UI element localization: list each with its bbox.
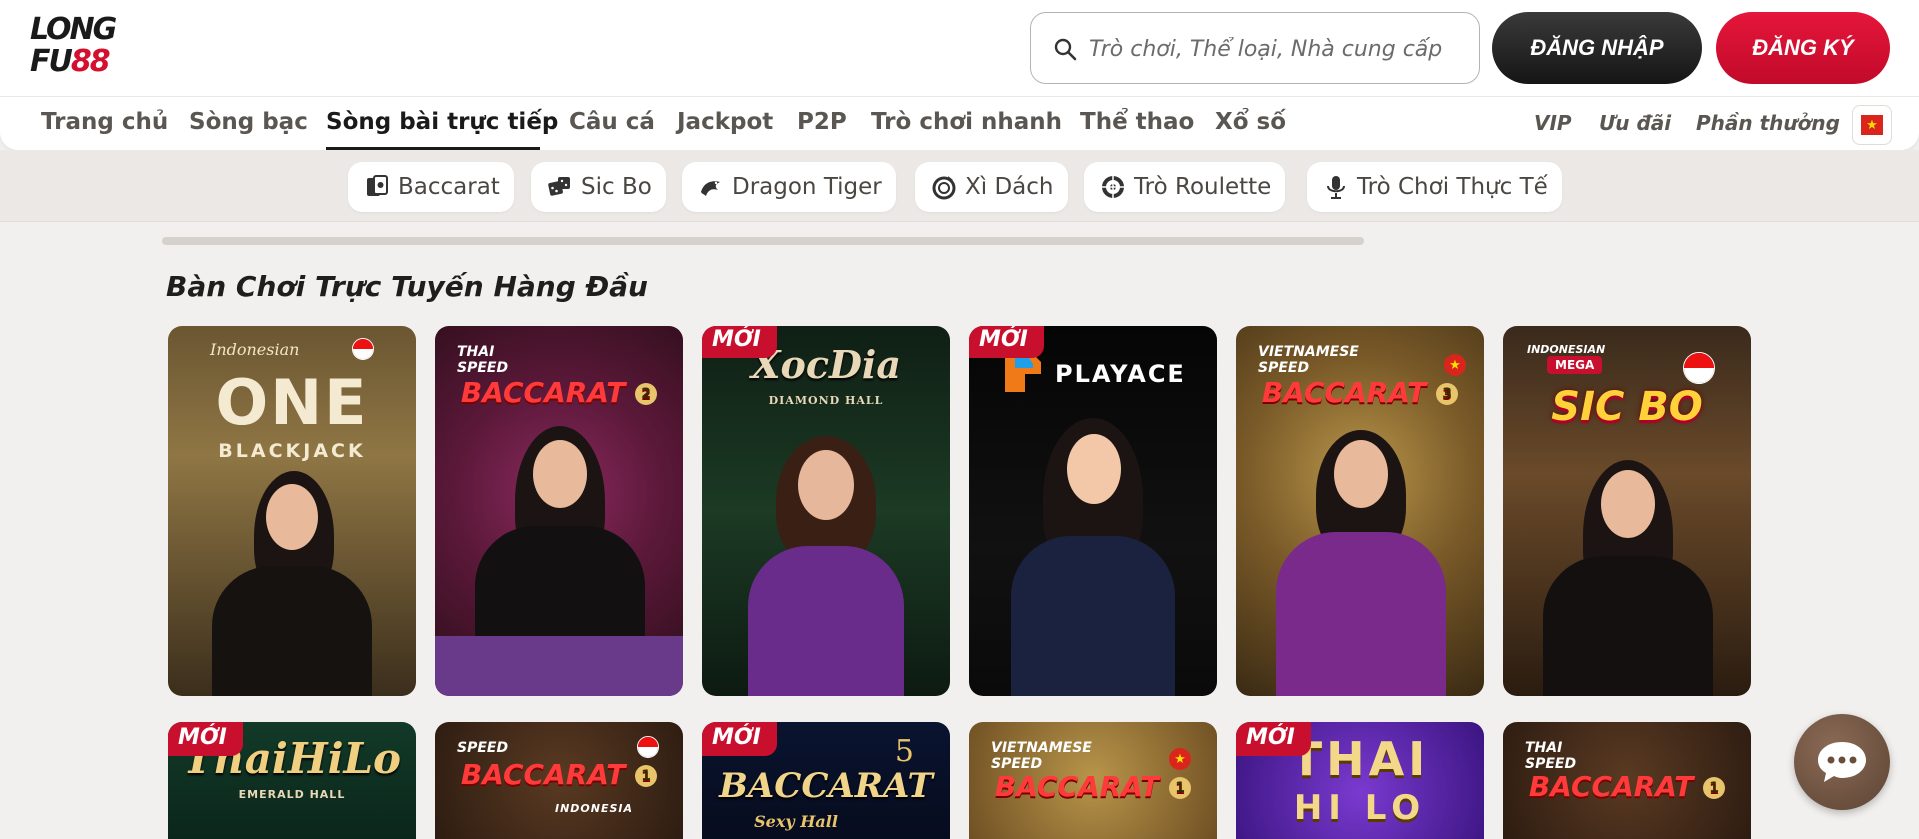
chat-bubble-icon — [1818, 742, 1866, 782]
poker-chip-icon — [932, 176, 956, 200]
game-card-vietnamese-speed-baccarat-3[interactable]: VIETNAMESE SPEED ★ BACCARAT 3 — [1236, 326, 1484, 696]
site-logo[interactable]: LONG FU88 — [30, 14, 130, 80]
header: LONG FU88 ĐĂNG NHẬP ĐĂNG KÝ — [0, 0, 1919, 96]
language-selector[interactable]: ★ — [1852, 105, 1892, 145]
vietnam-flag-icon: ★ — [1169, 748, 1191, 770]
search-box[interactable] — [1030, 12, 1480, 84]
new-badge: MỚI — [702, 326, 777, 358]
cards-icon — [367, 175, 388, 196]
carousel-scrollbar[interactable] — [162, 237, 1364, 245]
game-card-thai-speed-baccarat-2[interactable]: THAI SPEED BACCARAT 2 — [435, 326, 683, 696]
nav-item-p2p[interactable]: P2P — [797, 109, 847, 135]
new-badge: MỚI — [969, 326, 1044, 358]
game-card-one-blackjack[interactable]: Indonesian ONE BLACKJACK — [168, 326, 416, 696]
game-card-thai-speed-baccarat-1[interactable]: THAI SPEED BACCARAT 1 — [1503, 722, 1751, 839]
new-badge: MỚI — [168, 722, 243, 756]
nav-item-lottery[interactable]: Xổ số — [1215, 109, 1286, 135]
game-card-speed-baccarat-1-indonesia[interactable]: SPEED BACCARAT 1 INDONESIA — [435, 722, 683, 839]
game-card-playace[interactable]: PLAYACE MỚI — [969, 326, 1217, 696]
category-sic-bo[interactable]: Sic Bo — [531, 162, 666, 212]
search-input[interactable] — [1089, 31, 1459, 67]
game-card-thai-hi-lo[interactable]: THAI HI LO MỚI — [1236, 722, 1484, 839]
logo-line1: LONG — [30, 12, 117, 47]
game-card-thai-hilo[interactable]: ThaiHiLo EMERALD HALL MỚI — [168, 722, 416, 839]
new-badge: MỚI — [702, 722, 777, 756]
category-dragon-tiger[interactable]: Dragon Tiger — [682, 162, 896, 212]
indonesia-flag-icon — [637, 736, 659, 758]
logo-line2: FU88 — [30, 44, 111, 79]
game-card-baccarat-5-sexy-hall[interactable]: 5 BACCARAT Sexy Hall MỚI — [702, 722, 950, 839]
category-roulette[interactable]: Trò Roulette — [1084, 162, 1286, 212]
category-bar: Baccarat Sic Bo Dragon Tiger Xì Dách Trò… — [0, 150, 1919, 222]
register-button[interactable]: ĐĂNG KÝ — [1716, 12, 1890, 84]
vietnam-flag-icon: ★ — [1861, 115, 1883, 135]
category-game-shows[interactable]: Trò Chơi Thực Tế — [1307, 162, 1562, 212]
nav-item-live-casino[interactable]: Sòng bài trực tiếp — [326, 109, 558, 135]
dice-icon — [548, 177, 570, 196]
main-nav: Trang chủ Sòng bạc Sòng bài trực tiếp Câ… — [0, 96, 1919, 150]
category-baccarat[interactable]: Baccarat — [348, 162, 514, 212]
nav-item-jackpot[interactable]: Jackpot — [677, 109, 773, 135]
nav-item-sports[interactable]: Thể thao — [1080, 109, 1194, 135]
game-card-mega-sic-bo[interactable]: INDONESIAN MEGA SIC BO — [1503, 326, 1751, 696]
live-chat-button[interactable] — [1794, 714, 1890, 810]
dragon-icon — [701, 181, 720, 196]
vietnam-flag-icon: ★ — [1444, 354, 1466, 376]
nav-vip[interactable]: VIP — [1534, 111, 1572, 135]
indonesia-flag-icon — [1683, 352, 1715, 384]
new-badge: MỚI — [1236, 722, 1311, 756]
game-card-vietnamese-speed-baccarat-1[interactable]: VIETNAMESE SPEED ★ BACCARAT 1 — [969, 722, 1217, 839]
indonesia-flag-icon — [352, 338, 374, 360]
nav-rewards[interactable]: Phần thưởng — [1696, 111, 1840, 135]
game-card-xoc-dia[interactable]: XocDia DIAMOND HALL MỚI — [702, 326, 950, 696]
nav-item-casino[interactable]: Sòng bạc — [189, 109, 308, 135]
category-blackjack[interactable]: Xì Dách — [915, 162, 1068, 212]
nav-promotions[interactable]: Ưu đãi — [1599, 111, 1671, 135]
nav-item-quick-games[interactable]: Trò chơi nhanh — [871, 109, 1062, 135]
nav-item-home[interactable]: Trang chủ — [41, 109, 168, 135]
search-icon — [1054, 38, 1077, 61]
roulette-icon — [1102, 176, 1124, 198]
microphone-icon — [1327, 176, 1345, 199]
nav-item-fishing[interactable]: Câu cá — [569, 109, 655, 135]
login-button[interactable]: ĐĂNG NHẬP — [1492, 12, 1702, 84]
section-title: Bàn Chơi Trực Tuyến Hàng Đầu — [166, 270, 648, 303]
